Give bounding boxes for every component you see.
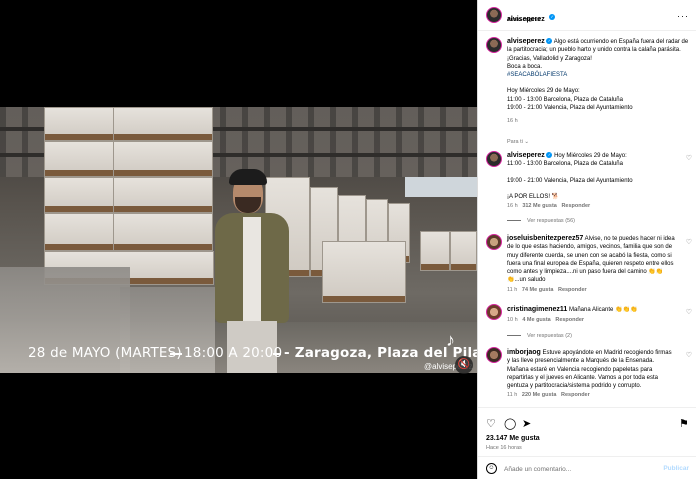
view-replies-3-label: Ver respuestas (2) [527, 333, 572, 339]
for-you-label[interactable]: Para ti ⌄ [507, 139, 529, 145]
comment-1-line-c: 19:00 - 21:00 Valencia, Plaza del Ayunta… [507, 177, 633, 184]
comment-avatar[interactable] [486, 151, 502, 167]
emoji-icon[interactable]: ☺ [486, 463, 497, 474]
share-icon[interactable]: ➤ [522, 417, 531, 430]
comment-4-text: imborjaog Estuve apoyándote en Madrid re… [507, 349, 675, 390]
caption-text-4: Hoy Miércoles 29 de Mayo: [507, 88, 580, 95]
side-panel: alviseperez ✓ Audio original ··· alvisep… [477, 0, 696, 479]
post-age: Hace 16 horas [486, 445, 522, 451]
comment-like-icon[interactable]: ♡ [686, 154, 692, 162]
pallet [322, 241, 406, 303]
video-player[interactable] [0, 107, 477, 373]
view-replies-1[interactable]: Ver respuestas (56) [507, 218, 575, 224]
caption-text-2: ¡Gracias, Valladolid y Zaragoza! [507, 55, 592, 62]
comment-4-time: 11 h [507, 392, 518, 398]
comment-1-text: alviseperez ✓ Hoy Miércoles 29 de Mayo: … [507, 152, 675, 202]
add-comment-row: ☺ Publicar [478, 456, 696, 479]
person [205, 169, 295, 373]
comment-3-meta: 10 h 4 Me gusta Responder [507, 317, 584, 323]
caption-text-3: Boca a boca. [507, 63, 543, 70]
mute-button[interactable]: 🔇 [455, 356, 473, 374]
comment-3-username[interactable]: cristinagimenez11 [507, 306, 567, 313]
comment-icon[interactable]: ◯ [504, 417, 516, 430]
verified-icon: ✓ [546, 152, 553, 159]
comment-2-meta: 11 h 74 Me gusta Responder [507, 287, 587, 293]
comment-1-line-d: ¡A POR ELLOS! 🐕 [507, 194, 560, 201]
comment-like-icon[interactable]: ♡ [686, 351, 692, 359]
comment-avatar[interactable] [486, 304, 502, 320]
audio-label[interactable]: Audio original [507, 17, 540, 23]
tiktok-logo: ♪ [446, 330, 455, 350]
comment-2-username[interactable]: joseluisbenitezperez57 [507, 235, 583, 242]
dash [507, 220, 521, 222]
comment-4-likes[interactable]: 220 Me gusta [522, 392, 557, 398]
comment-1-line-a: Hoy Miércoles 29 de Mayo: [554, 153, 627, 159]
shirt [243, 217, 261, 321]
comment-1-line-b: 11:00 - 13:00 Barcelona, Plaza de Catalu… [507, 161, 623, 168]
comment-avatar[interactable] [486, 347, 502, 363]
media-pane: 28 de MAYO (MARTES) 18:00 A 20:00 - Zara… [0, 0, 477, 479]
caption-time: 16 h [507, 118, 518, 125]
bookmark-icon[interactable]: ⚑ [679, 417, 689, 430]
verified-icon: ✓ [549, 13, 556, 20]
more-options-icon[interactable]: ··· [677, 11, 689, 21]
comment-3-text: cristinagimenez11 Mañana Alicante 👏👏👏 [507, 306, 675, 314]
comment-3-body: Mañana Alicante 👏👏👏 [568, 307, 638, 313]
post-dialog: 28 de MAYO (MARTES) 18:00 A 20:00 - Zara… [0, 0, 696, 479]
comment-input[interactable] [504, 463, 654, 475]
warehouse-window [405, 177, 477, 197]
avatar[interactable] [486, 7, 502, 23]
view-replies-1-label: Ver respuestas (56) [527, 218, 575, 224]
post-header: alviseperez ✓ Audio original ··· [478, 0, 696, 31]
action-bar: ♡ ◯ ➤ ⚑ 23.147 Me gusta Hace 16 horas ☺ … [478, 407, 696, 479]
comment-2-text: joseluisbenitezperez57 Alvise, no te pue… [507, 235, 675, 285]
caption-username[interactable]: alviseperez [507, 38, 545, 45]
view-replies-3[interactable]: Ver respuestas (2) [507, 333, 572, 339]
caption: alviseperez ✓ Algo está ocurriendo en Es… [507, 38, 689, 126]
comment-4-reply[interactable]: Responder [561, 392, 590, 398]
pallet [113, 141, 213, 177]
pallet [44, 107, 114, 141]
verified-icon: ✓ [546, 38, 553, 45]
overlay-date: 28 de MAYO (MARTES) [28, 345, 182, 361]
pallet [113, 177, 213, 213]
comment-3-reply[interactable]: Responder [555, 317, 584, 323]
caption-text-6: 19:00 - 21:00 Valencia, Plaza del Ayunta… [507, 105, 633, 112]
heart-icon[interactable]: ♡ [486, 417, 496, 430]
likes-count[interactable]: 23.147 Me gusta [486, 435, 540, 442]
comment-1-likes[interactable]: 312 Me gusta [522, 203, 557, 209]
pallet [113, 107, 213, 141]
comment-2-likes[interactable]: 74 Me gusta [522, 287, 553, 293]
caption-avatar[interactable] [486, 37, 502, 53]
pallet [44, 177, 114, 213]
comment-1-reply[interactable]: Responder [561, 203, 590, 209]
pallet [420, 231, 450, 271]
overlay-time: 18:00 A 20:00 [184, 345, 283, 361]
comment-like-icon[interactable]: ♡ [686, 238, 692, 246]
comment-1-username[interactable]: alviseperez [507, 152, 545, 159]
comment-4-username[interactable]: imborjaog [507, 349, 541, 356]
pallet [450, 231, 477, 271]
comment-1-meta: 16 h 312 Me gusta Responder [507, 203, 590, 209]
caption-text-5: 11:00 - 13:00 Barcelona, Plaza de Catalu… [507, 96, 623, 103]
pallet [113, 213, 213, 251]
comment-4-meta: 11 h 220 Me gusta Responder [507, 392, 590, 398]
pallet [44, 213, 114, 251]
caption-hashtag[interactable]: #SEACABÓLAFIESTA [507, 71, 689, 79]
post-button[interactable]: Publicar [663, 465, 689, 472]
comment-3-likes[interactable]: 4 Me gusta [522, 317, 550, 323]
comment-2-time: 11 h [507, 287, 518, 293]
dash [507, 335, 521, 337]
for-you-text: Para ti [507, 139, 523, 145]
comment-avatar[interactable] [486, 234, 502, 250]
comment-3-time: 10 h [507, 317, 518, 323]
comment-2-reply[interactable]: Responder [558, 287, 587, 293]
pallet [44, 141, 114, 177]
comment-1-time: 16 h [507, 203, 518, 209]
comment-2-body: Alvise, no te puedes hacer ni idea de lo… [507, 236, 675, 284]
cap [229, 169, 267, 185]
comment-like-icon[interactable]: ♡ [686, 308, 692, 316]
